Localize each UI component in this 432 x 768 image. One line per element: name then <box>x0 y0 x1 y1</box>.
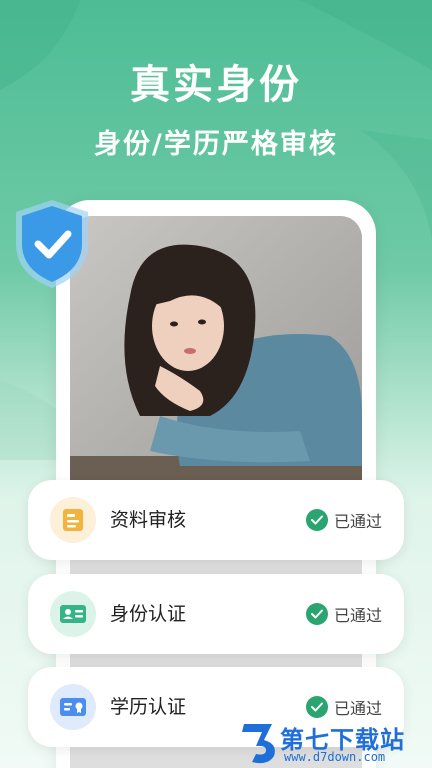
status-text: 已通过 <box>333 512 382 531</box>
verification-card-profile: 资料审核 已通过 <box>28 480 404 560</box>
verification-status: 已通过 <box>305 574 382 654</box>
page-subheadline: 身份/学历严格审核 <box>94 129 338 160</box>
verification-status: 已通过 <box>305 480 382 560</box>
status-text: 已通过 <box>333 699 382 718</box>
verification-card-identity: 身份认证 已通过 <box>28 574 404 654</box>
watermark-logo-icon <box>242 724 275 764</box>
check-circle-icon <box>305 509 328 531</box>
certificate-icon <box>50 684 96 730</box>
document-icon <box>50 497 96 543</box>
verification-label: 学历认证 <box>110 696 187 718</box>
verification-label: 身份认证 <box>110 603 187 625</box>
verification-label: 资料审核 <box>110 509 187 531</box>
watermark-url: www.d7down.com <box>284 750 386 764</box>
verified-shield-icon <box>16 200 88 288</box>
profile-photo <box>70 216 362 486</box>
check-circle-icon <box>305 603 328 625</box>
portrait-photo-illustration <box>70 216 362 486</box>
page-headline: 真实身份 <box>130 62 302 108</box>
id-card-icon <box>50 591 96 637</box>
check-circle-icon <box>305 696 328 718</box>
site-watermark: 第七下载站 www.d7down.com <box>236 718 432 768</box>
status-text: 已通过 <box>333 606 382 625</box>
